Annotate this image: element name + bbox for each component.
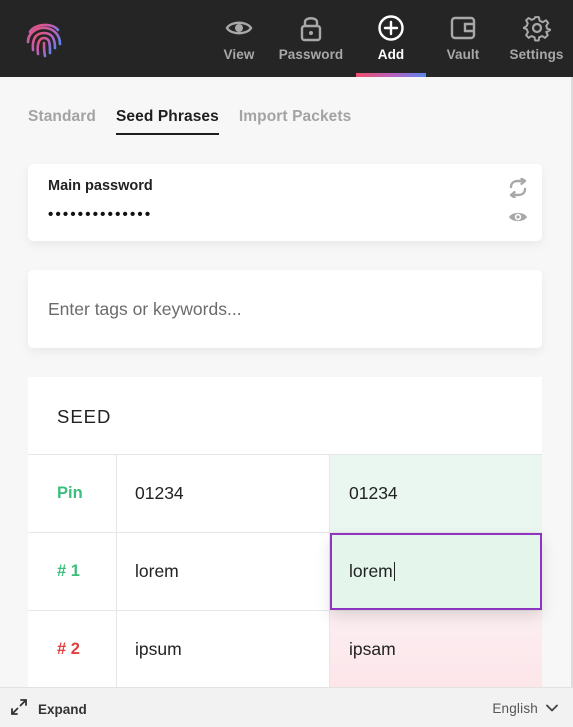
nav-label: Add	[377, 47, 405, 62]
tab-import-packets[interactable]: Import Packets	[239, 108, 352, 135]
main-password-field[interactable]: ••••••••••••••	[48, 206, 152, 223]
tab-standard[interactable]: Standard	[28, 108, 96, 135]
tab-seed-phrases[interactable]: Seed Phrases	[115, 108, 219, 135]
chevron-down-icon	[546, 699, 558, 717]
nav-label: Vault	[446, 47, 480, 62]
seed-word-confirm-input[interactable]: ipsam	[330, 611, 542, 687]
plus-circle-icon	[376, 13, 406, 43]
expand-arrows-icon	[10, 698, 28, 721]
seed-word-confirm-input-focused[interactable]: lorem	[330, 533, 542, 610]
seed-title: SEED	[57, 406, 112, 427]
nav-label: View	[223, 47, 255, 62]
nav-view[interactable]: View	[209, 0, 269, 77]
table-row: # 1 lorem lorem	[28, 533, 542, 611]
main-nav: View Password Add Vault Settings	[209, 0, 573, 77]
main-content: Standard Seed Phrases Import Packets Mai…	[0, 77, 571, 687]
language-select[interactable]: English	[492, 699, 558, 717]
tab-bar: Standard Seed Phrases Import Packets	[28, 108, 371, 136]
confirm-text: lorem	[349, 561, 393, 581]
text-caret	[393, 562, 395, 581]
nav-label: Password	[278, 47, 344, 62]
language-label: English	[492, 700, 538, 716]
nav-add[interactable]: Add	[356, 0, 426, 77]
refresh-icon[interactable]	[507, 177, 529, 199]
seed-card: SEED Pin 01234 01234 # 1 lorem lorem # 2…	[28, 377, 542, 687]
nav-label: Settings	[509, 47, 564, 62]
eye-icon	[224, 13, 254, 43]
main-password-label: Main password	[48, 178, 153, 194]
table-row: Pin 01234 01234	[28, 455, 542, 533]
expand-button[interactable]: Expand	[10, 698, 87, 721]
footer-bar: Expand English	[0, 687, 573, 727]
seed-table: Pin 01234 01234 # 1 lorem lorem # 2 ipsu…	[28, 454, 542, 687]
tags-input[interactable]	[48, 270, 518, 348]
gear-icon	[522, 13, 552, 43]
nav-password[interactable]: Password	[272, 0, 350, 77]
seed-word-confirm-input[interactable]: 01234	[330, 455, 542, 532]
main-password-card: Main password ••••••••••••••	[28, 164, 542, 241]
seed-word-original: ipsum	[117, 611, 330, 687]
show-password-eye-icon[interactable]	[507, 206, 529, 228]
seed-word-original: lorem	[117, 533, 330, 610]
table-row: # 2 ipsum ipsam	[28, 611, 542, 687]
seed-word-original: 01234	[117, 455, 330, 532]
lock-icon	[296, 13, 326, 43]
nav-vault[interactable]: Vault	[428, 0, 498, 77]
expand-label: Expand	[38, 702, 87, 717]
nav-settings[interactable]: Settings	[500, 0, 573, 77]
top-nav-bar: View Password Add Vault Settings	[0, 0, 573, 77]
fingerprint-logo-icon	[24, 20, 64, 58]
row-index: # 2	[28, 611, 117, 687]
row-index: # 1	[28, 533, 117, 610]
wallet-icon	[448, 13, 478, 43]
tags-card	[28, 270, 542, 348]
row-index: Pin	[28, 455, 117, 532]
app-window: View Password Add Vault Settings Standar…	[0, 0, 573, 727]
